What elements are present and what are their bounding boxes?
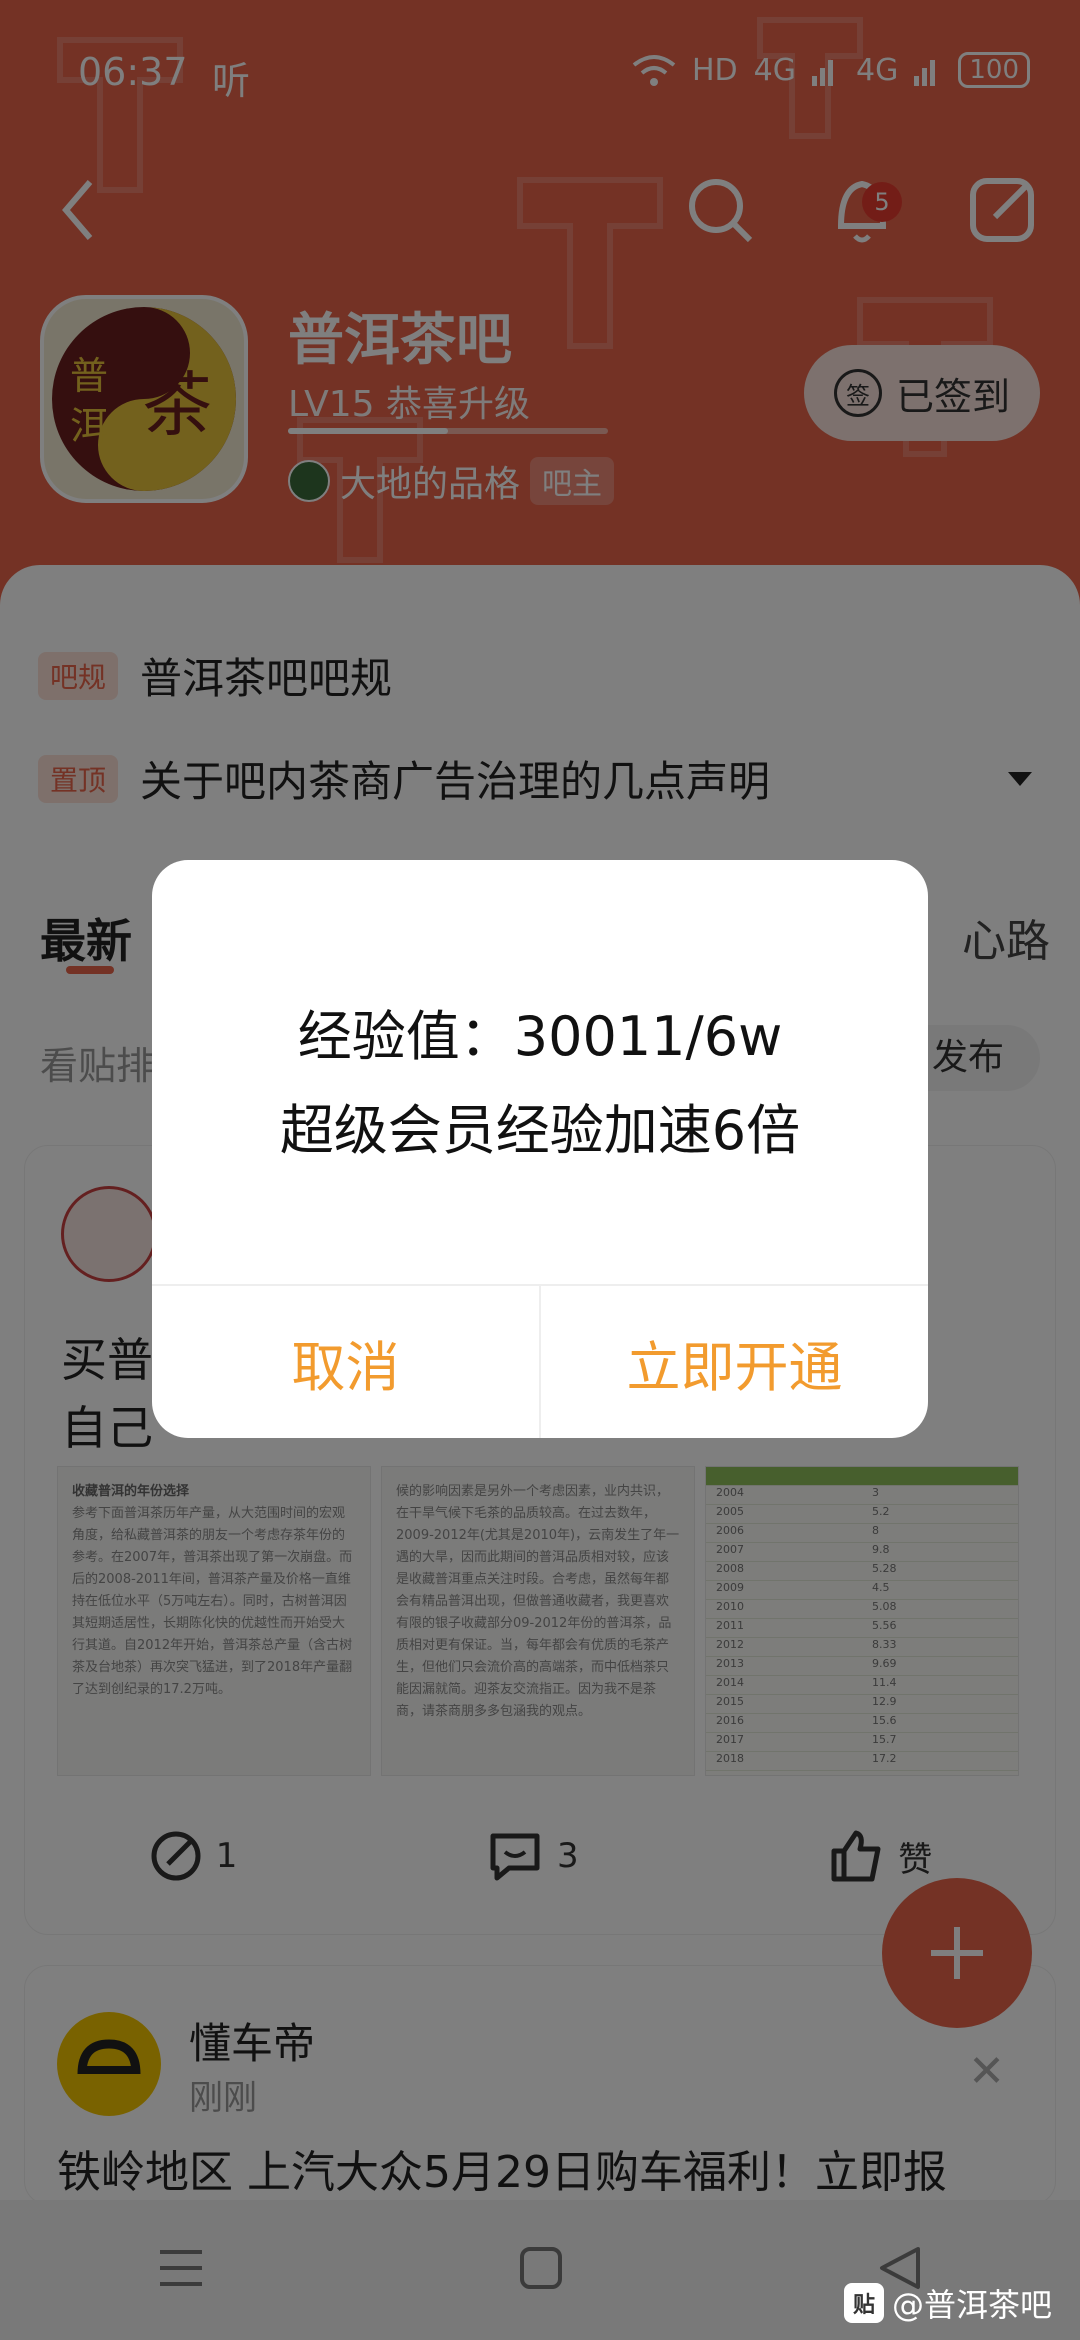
dialog-experience-line: 经验值：30011/6w: [297, 1005, 783, 1068]
watermark-text: @普洱茶吧: [891, 2286, 1052, 2324]
experience-dialog: 经验值：30011/6w 超级会员经验加速6倍 取消 立即开通: [152, 860, 928, 1438]
cancel-button[interactable]: 取消: [152, 1286, 539, 1438]
watermark-logo: 贴: [843, 2283, 884, 2323]
dialog-accelerate-line: 超级会员经验加速6倍: [279, 1099, 801, 1162]
activate-button[interactable]: 立即开通: [541, 1286, 928, 1438]
watermark: 贴 @普洱茶吧: [843, 2280, 1052, 2326]
